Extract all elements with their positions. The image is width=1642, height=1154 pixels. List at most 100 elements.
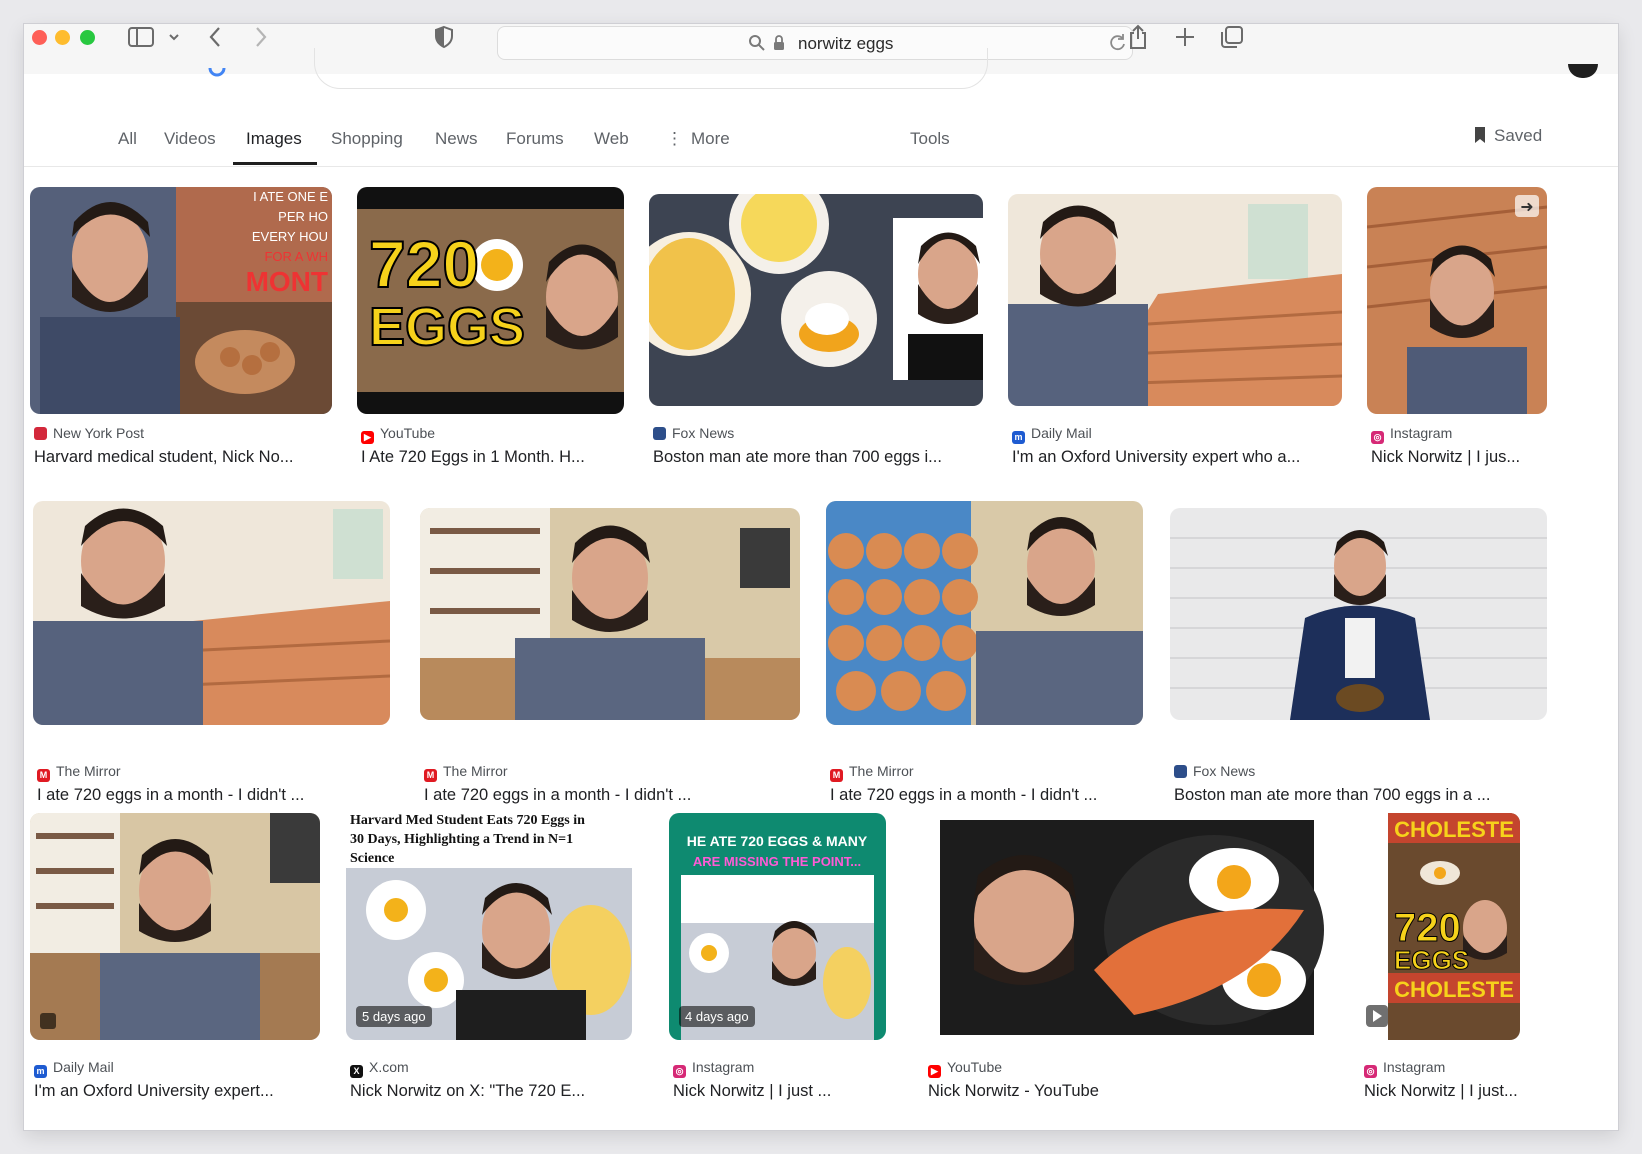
tab-overview-icon[interactable] (1220, 25, 1244, 49)
search-box[interactable] (314, 48, 988, 89)
close-window-button[interactable] (32, 30, 47, 45)
back-arrow-icon[interactable] (208, 26, 222, 48)
result-thumbnail[interactable] (924, 820, 1329, 1035)
result-title[interactable]: I'm an Oxford University expert... (34, 1082, 318, 1101)
fox-news-icon (653, 427, 666, 440)
tools-button[interactable]: Tools (910, 129, 950, 149)
result-title[interactable]: Nick Norwitz on X: "The 720 E... (350, 1082, 630, 1101)
tab-news[interactable]: News (435, 129, 478, 149)
saved-label: Saved (1494, 126, 1543, 145)
image-result-card[interactable]: 720 EGGS ▶ YouTube I Ate 720 Eggs in 1 Mo… (357, 187, 624, 477)
result-title[interactable]: I ate 720 eggs in a month - I didn't ... (37, 786, 388, 805)
thumb-caption-line: HE ATE 720 EGGS & MANY (687, 833, 868, 849)
result-source: Fox News (1174, 763, 1255, 779)
thumb-caption-line: I ATE ONE E (253, 189, 328, 204)
result-thumbnail[interactable] (1008, 194, 1342, 406)
image-result-card[interactable]: M The Mirror I ate 720 eggs in a month - … (420, 508, 800, 804)
share-icon[interactable] (1127, 24, 1149, 50)
svg-text:➜: ➜ (1520, 197, 1533, 216)
result-thumbnail[interactable]: I ATE ONE E PER HO EVERY HOU FOR A WH MO… (30, 187, 332, 414)
instagram-icon: ◎ (1364, 1065, 1377, 1078)
result-thumbnail[interactable] (1170, 508, 1547, 720)
image-result-card[interactable]: Harvard Med Student Eats 720 Eggs in 30 … (346, 810, 632, 1113)
thumb-caption-line: MONT (246, 266, 328, 297)
zoom-window-button[interactable] (80, 30, 95, 45)
result-thumbnail[interactable] (33, 501, 390, 725)
image-result-card[interactable]: I ATE ONE E PER HO EVERY HOU FOR A WH MO… (30, 187, 332, 477)
result-source-label: Daily Mail (53, 1059, 114, 1075)
result-source: m Daily Mail (34, 1059, 114, 1078)
tab-all[interactable]: All (118, 129, 137, 149)
result-title[interactable]: I ate 720 eggs in a month - I didn't ... (830, 786, 1141, 805)
result-title[interactable]: Boston man ate more than 700 eggs i... (653, 448, 981, 467)
tab-videos[interactable]: Videos (164, 129, 216, 149)
mirror-icon: M (830, 769, 843, 782)
thumb-caption-line: Harvard Med Student Eats 720 Eggs in (350, 813, 585, 828)
image-result-card[interactable]: M The Mirror I ate 720 eggs in a month - … (826, 501, 1143, 804)
reload-icon[interactable] (1108, 33, 1128, 53)
result-source: ▶ YouTube (928, 1059, 1002, 1078)
tab-shopping[interactable]: Shopping (331, 129, 403, 149)
result-title[interactable]: Nick Norwitz - YouTube (928, 1082, 1327, 1101)
result-thumbnail[interactable]: ➜ (1367, 187, 1547, 414)
result-thumbnail[interactable] (420, 508, 800, 720)
tab-images[interactable]: Images (246, 129, 302, 149)
account-avatar[interactable] (1568, 64, 1598, 78)
result-title[interactable]: I ate 720 eggs in a month - I didn't ... (424, 786, 798, 805)
result-thumbnail[interactable] (30, 813, 320, 1040)
result-source: ◎ Instagram (1364, 1059, 1445, 1078)
chevron-down-icon[interactable] (168, 32, 180, 42)
sidebar-toggle-icon[interactable] (128, 27, 154, 47)
image-result-card[interactable]: m Daily Mail I'm an Oxford University exp… (30, 813, 320, 1113)
minimize-window-button[interactable] (55, 30, 70, 45)
privacy-shield-icon[interactable] (434, 25, 454, 49)
image-result-card[interactable]: ▶ YouTube Nick Norwitz - YouTube (924, 820, 1329, 1113)
forward-arrow-icon[interactable] (254, 26, 268, 48)
image-result-card[interactable]: ➜ ◎ Instagram Nick Norwitz | I jus... (1367, 187, 1547, 477)
instagram-icon: ◎ (673, 1065, 686, 1078)
result-thumbnail[interactable] (649, 194, 983, 406)
newspaper-icon (34, 427, 47, 440)
result-title[interactable]: I'm an Oxford University expert who a... (1012, 448, 1340, 467)
thumb-caption-line: CHOLESTE (1394, 817, 1514, 842)
result-source-label: Daily Mail (1031, 425, 1092, 441)
result-source: X X.com (350, 1059, 409, 1078)
result-title[interactable]: Nick Norwitz | I just... (1364, 1082, 1518, 1101)
result-source-label: Fox News (672, 425, 735, 441)
result-title[interactable]: Nick Norwitz | I jus... (1371, 448, 1547, 467)
new-tab-plus-icon[interactable] (1174, 26, 1196, 48)
image-result-card[interactable]: m Daily Mail I'm an Oxford University exp… (1008, 194, 1342, 477)
search-tabs: All Videos Images Shopping News Forums W… (24, 118, 1618, 167)
result-title[interactable]: I Ate 720 Eggs in 1 Month. H... (361, 448, 624, 467)
tab-forums[interactable]: Forums (506, 129, 564, 149)
result-title[interactable]: Boston man ate more than 700 eggs in a .… (1174, 786, 1545, 805)
result-title[interactable]: Nick Norwitz | I just ... (673, 1082, 884, 1101)
result-source: ◎ Instagram (673, 1059, 754, 1078)
fox-news-icon (1174, 765, 1187, 778)
result-thumbnail[interactable] (826, 501, 1143, 725)
result-thumbnail[interactable]: CHOLESTE 720 EGGS CHOLESTE (1360, 813, 1520, 1040)
result-source-label: YouTube (380, 425, 436, 441)
tab-web[interactable]: Web (594, 129, 629, 149)
thumb-caption-line: 30 Days, Highlighting a Trend in N=1 (350, 832, 573, 847)
result-source-label: Fox News (1193, 763, 1256, 779)
result-source: ◎ Instagram (1371, 425, 1452, 444)
google-logo-fragment-icon[interactable] (208, 66, 226, 78)
result-source: ▶ YouTube (361, 425, 435, 444)
image-result-card[interactable]: Fox News Boston man ate more than 700 eg… (1170, 508, 1547, 804)
result-source-label: The Mirror (443, 763, 508, 779)
image-result-card[interactable]: Fox News Boston man ate more than 700 eg… (649, 194, 983, 477)
saved-button[interactable]: Saved (1472, 126, 1542, 146)
image-result-card[interactable]: CHOLESTE 720 EGGS CHOLESTE ◎ Instagram Ni… (1360, 813, 1520, 1113)
thumb-caption-line: EGGS (369, 297, 525, 357)
mirror-icon: M (37, 769, 50, 782)
result-thumbnail[interactable]: 720 EGGS (357, 187, 624, 414)
instagram-icon: ◎ (1371, 431, 1384, 444)
image-result-card[interactable]: M The Mirror I ate 720 eggs in a month - … (33, 501, 390, 804)
result-title[interactable]: Harvard medical student, Nick No... (34, 448, 330, 467)
result-source: m Daily Mail (1012, 425, 1092, 444)
image-result-card[interactable]: HE ATE 720 EGGS & MANY ARE MISSING THE P… (669, 813, 886, 1113)
tab-more[interactable]: ⋮ More (666, 129, 730, 149)
thumb-caption-line: EGGS (1394, 945, 1469, 975)
youtube-icon: ▶ (928, 1065, 941, 1078)
